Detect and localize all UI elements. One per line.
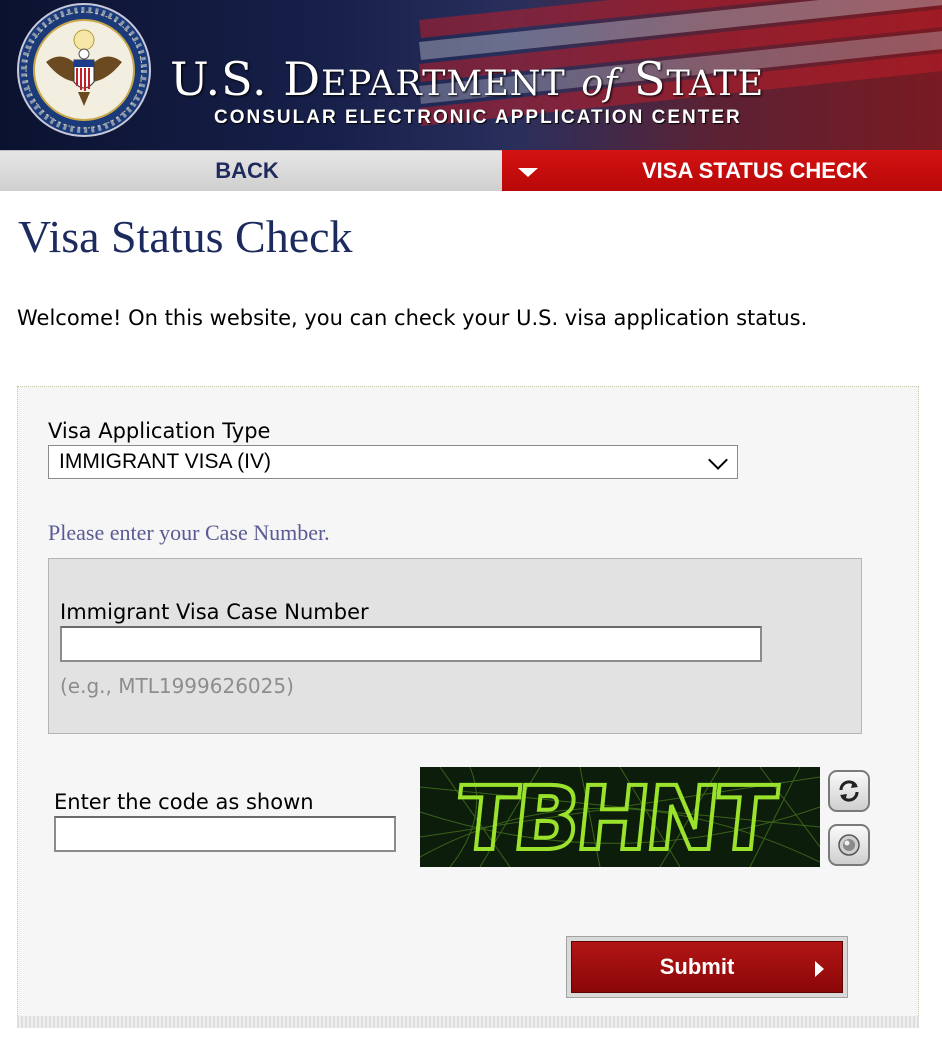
department-subtitle: CONSULAR ELECTRONIC APPLICATION CENTER [214,107,742,128]
audio-speaker-icon [838,834,860,856]
title-part: TATE [666,64,765,104]
submit-button[interactable]: Submit [566,936,848,998]
captcha-text: TBHNT [452,767,781,867]
captcha-refresh-button[interactable] [828,770,870,812]
chevron-down-icon [708,450,728,470]
case-number-example: (e.g., MTL1999626025) [60,674,294,698]
header-banner: U.S. DEPARTMENT of STATE CONSULAR ELECTR… [0,0,942,150]
department-title: U.S. DEPARTMENT of STATE [170,52,764,106]
title-part: EPARTMENT [321,64,566,104]
caret-down-icon [518,168,538,177]
captcha-audio-button[interactable] [828,824,870,866]
title-part: of [581,63,619,104]
tab-label: VISA STATUS CHECK [642,158,868,183]
case-number-label: Immigrant Visa Case Number [60,600,369,624]
captcha-noise: TBHNT [420,767,820,867]
visa-type-label: Visa Application Type [48,419,271,443]
captcha-input[interactable] [54,816,396,852]
title-part: S [634,52,667,106]
welcome-text: Welcome! On this website, you can check … [17,306,808,330]
captcha-image: TBHNT [420,767,820,867]
tab-visa-status-check[interactable]: VISA STATUS CHECK [502,150,942,191]
back-button[interactable]: BACK [0,150,502,191]
visa-type-value: IMMIGRANT VISA (IV) [59,450,271,473]
submit-button-face: Submit [571,941,843,993]
visa-type-select[interactable]: IMMIGRANT VISA (IV) [48,445,738,479]
captcha-label: Enter the code as shown [54,790,314,814]
refresh-icon [839,780,859,802]
arrow-right-icon [815,961,824,977]
title-part: U.S. D [170,52,322,106]
case-number-input[interactable] [60,626,762,662]
case-number-prompt: Please enter your Case Number. [48,520,330,545]
form-panel-footer [17,1016,919,1028]
department-of-state-seal-icon [17,3,151,137]
page-title: Visa Status Check [18,211,353,262]
submit-label: Submit [659,954,735,979]
